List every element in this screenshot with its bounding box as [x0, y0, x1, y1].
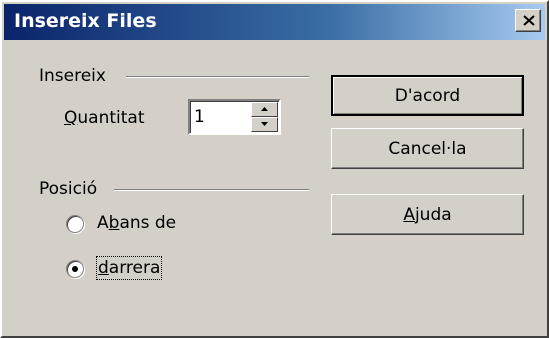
quantity-label: Quantitat — [64, 108, 145, 128]
insert-group-divider — [126, 76, 309, 78]
radio-after[interactable] — [66, 260, 84, 278]
close-icon — [523, 15, 535, 26]
ok-button-label: D'acord — [394, 85, 461, 106]
quantity-stepper[interactable] — [188, 99, 281, 135]
radio-after-label[interactable]: darrera — [95, 256, 163, 280]
quantity-input[interactable] — [194, 105, 244, 129]
ok-button[interactable]: D'acord — [331, 75, 524, 116]
title-bar[interactable]: Insereix Files — [4, 4, 545, 40]
quantity-decrement-button[interactable] — [251, 117, 278, 132]
dialog-window: Insereix Files Insereix Quantitat Posici… — [0, 0, 549, 338]
cancel-button[interactable]: Cancel·la — [331, 128, 524, 169]
help-button-label: Ajuda — [403, 204, 452, 225]
help-button[interactable]: Ajuda — [331, 194, 524, 235]
insert-group-label: Insereix — [39, 66, 106, 86]
radio-before[interactable] — [66, 215, 84, 233]
quantity-increment-button[interactable] — [251, 102, 278, 117]
close-button[interactable] — [515, 9, 541, 32]
radio-after-dot — [72, 266, 78, 272]
arrow-down-icon — [261, 122, 268, 126]
arrow-up-icon — [261, 107, 268, 111]
position-group-label: Posició — [39, 179, 98, 199]
window-title: Insereix Files — [14, 10, 157, 32]
cancel-button-label: Cancel·la — [388, 138, 467, 159]
position-group-divider — [114, 189, 309, 191]
radio-before-label[interactable]: Abans de — [97, 213, 176, 233]
